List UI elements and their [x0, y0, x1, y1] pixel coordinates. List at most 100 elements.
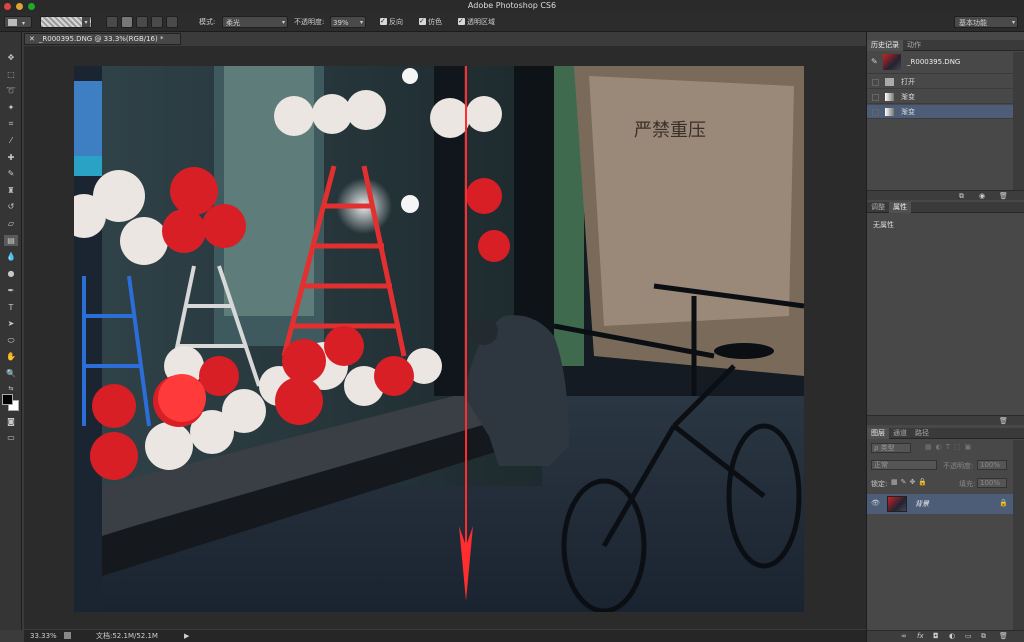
- history-item-label: 打开: [901, 78, 915, 86]
- zoom-tool-icon[interactable]: 🔍: [4, 368, 18, 379]
- mode-select[interactable]: 柔光 ▾: [222, 16, 288, 28]
- healing-brush-tool-icon[interactable]: ✚: [4, 152, 18, 163]
- layer-filter-value: ρ 类型: [874, 444, 895, 452]
- status-menu-icon[interactable]: [64, 632, 71, 639]
- zoom-level[interactable]: 33.33%: [30, 630, 57, 642]
- status-arrow-icon[interactable]: ▶: [184, 630, 189, 642]
- camera-icon[interactable]: ◉: [979, 192, 985, 200]
- trash-icon[interactable]: 🗑: [999, 192, 1008, 200]
- layer-name: 背景: [915, 500, 929, 508]
- tool-preset-picker[interactable]: ▾: [4, 16, 32, 28]
- layer-filter-select[interactable]: ρ 类型: [871, 443, 911, 453]
- history-item[interactable]: 渐变: [867, 90, 1013, 104]
- workspace-switcher[interactable]: 基本功能 ▾: [954, 16, 1018, 28]
- tools-panel: ✥ ⬚ ➰ ✦ ⌗ ⁄ ✚ ✎ ♜ ↺ ▱ ▤ 💧 ● ✒ T ➤ ⬭ ✋ 🔍 …: [0, 32, 22, 630]
- document-size[interactable]: 文档:52.1M/52.1M: [96, 630, 158, 642]
- opacity-label: 不透明度:: [294, 18, 325, 26]
- fill-value: 100%: [980, 479, 1001, 487]
- link-layers-icon[interactable]: ∞: [901, 632, 907, 640]
- brush-tool-icon[interactable]: ✎: [4, 168, 18, 179]
- history-snapshot[interactable]: ✎ _R000395.DNG: [867, 52, 1013, 74]
- layers-scrollbar[interactable]: [1013, 440, 1024, 630]
- swap-colors-icon[interactable]: ⇆: [4, 383, 18, 394]
- reflected-gradient-button[interactable]: [151, 16, 163, 28]
- gradient-picker[interactable]: ▾: [40, 16, 92, 28]
- lock-icons[interactable]: ▦✎✥🔒: [891, 478, 930, 486]
- history-item-label: 渐变: [901, 93, 915, 101]
- hand-tool-icon[interactable]: ✋: [4, 351, 18, 362]
- quick-mask-icon[interactable]: ◙: [4, 416, 18, 427]
- snapshot-name: _R000395.DNG: [907, 58, 961, 66]
- reverse-label: 反向: [389, 18, 403, 26]
- tab-properties[interactable]: 属性: [889, 202, 911, 213]
- layer-style-icon[interactable]: fx: [917, 632, 924, 640]
- blur-tool-icon[interactable]: 💧: [4, 251, 18, 262]
- tab-history[interactable]: 历史记录: [867, 40, 903, 51]
- history-brush-icon: ✎: [871, 57, 878, 66]
- adjustment-layer-icon[interactable]: ◐: [949, 632, 955, 640]
- canvas-area[interactable]: 严禁重压: [24, 46, 866, 629]
- new-document-from-state-icon[interactable]: ⧉: [959, 192, 964, 201]
- eyedropper-tool-icon[interactable]: ⁄: [4, 135, 18, 146]
- trash-icon[interactable]: 🗑: [999, 417, 1008, 425]
- diamond-gradient-button[interactable]: [166, 16, 178, 28]
- eraser-tool-icon[interactable]: ▱: [4, 218, 18, 229]
- reverse-checkbox[interactable]: 反向: [380, 15, 403, 28]
- history-item[interactable]: 打开: [867, 75, 1013, 89]
- quick-select-tool-icon[interactable]: ✦: [4, 102, 18, 113]
- pen-tool-icon[interactable]: ✒: [4, 285, 18, 296]
- transparency-label: 透明区域: [467, 18, 495, 26]
- layer-thumbnail: [887, 496, 907, 512]
- close-icon[interactable]: ✕: [29, 35, 35, 43]
- tab-paths[interactable]: 路径: [911, 428, 933, 439]
- trash-icon[interactable]: 🗑: [999, 632, 1008, 640]
- history-footer: ⧉ ◉ 🗑: [867, 190, 1024, 200]
- right-panels: 历史记录 动作 ✎ _R000395.DNG 打开 渐变 渐变 ⧉ ◉ 🗑 调整属…: [866, 32, 1024, 642]
- layer-opacity-value: 100%: [980, 461, 1001, 469]
- marquee-tool-icon[interactable]: ⬚: [4, 69, 18, 80]
- lasso-tool-icon[interactable]: ➰: [4, 85, 18, 96]
- blend-mode-select[interactable]: 正常: [871, 460, 937, 470]
- properties-footer: 🗑: [867, 415, 1024, 425]
- crop-tool-icon[interactable]: ⌗: [4, 118, 18, 129]
- history-scrollbar[interactable]: [1013, 52, 1024, 190]
- tab-actions[interactable]: 动作: [903, 40, 925, 51]
- shape-tool-icon[interactable]: ⬭: [4, 335, 18, 346]
- dither-checkbox[interactable]: 仿色: [419, 15, 442, 28]
- linear-gradient-button[interactable]: [106, 16, 118, 28]
- tab-adjustments[interactable]: 调整: [867, 202, 889, 213]
- mode-label: 模式:: [199, 18, 216, 26]
- checkbox-checked-icon: [380, 15, 387, 27]
- gradient-tool-icon[interactable]: ▤: [4, 235, 18, 246]
- history-item-selected[interactable]: 渐变: [867, 105, 1013, 119]
- layer-row[interactable]: 👁 背景 🔒: [867, 494, 1013, 514]
- angle-gradient-button[interactable]: [136, 16, 148, 28]
- radial-gradient-button[interactable]: [121, 16, 133, 28]
- screen-mode-icon[interactable]: ▭: [4, 432, 18, 443]
- opacity-input[interactable]: 39% ▾: [330, 16, 366, 28]
- eye-icon[interactable]: 👁: [871, 499, 880, 507]
- photo-image[interactable]: 严禁重压: [74, 66, 804, 612]
- dodge-tool-icon[interactable]: ●: [4, 268, 18, 279]
- new-layer-icon[interactable]: ⧉: [981, 632, 986, 641]
- layer-opacity-input[interactable]: 100%: [977, 460, 1007, 470]
- history-brush-tool-icon[interactable]: ↺: [4, 201, 18, 212]
- clone-stamp-tool-icon[interactable]: ♜: [4, 185, 18, 196]
- add-mask-icon[interactable]: ◘: [933, 632, 939, 640]
- type-tool-icon[interactable]: T: [4, 302, 18, 313]
- options-bar: ▾ ▾ 模式: 柔光 ▾ 不透明度: 39% ▾ 反向 仿色 透明区域 基本功能…: [0, 12, 1024, 32]
- tab-channels[interactable]: 通道: [889, 428, 911, 439]
- transparency-checkbox[interactable]: 透明区域: [458, 15, 495, 28]
- chevron-down-icon: ▾: [281, 19, 285, 26]
- path-selection-tool-icon[interactable]: ➤: [4, 318, 18, 329]
- svg-text:严禁重压: 严禁重压: [634, 120, 706, 140]
- chevron-down-icon: ▾: [1011, 19, 1015, 26]
- gradient-drag-line: [459, 66, 473, 601]
- move-tool-icon[interactable]: ✥: [4, 52, 18, 63]
- document-tab[interactable]: ✕ _R000395.DNG @ 33.3%(RGB/16) *: [24, 33, 181, 45]
- gradient-icon: [885, 93, 894, 101]
- tab-layers[interactable]: 图层: [867, 428, 889, 439]
- foreground-color-swatch[interactable]: [2, 394, 13, 405]
- new-group-icon[interactable]: ▭: [965, 632, 972, 640]
- fill-input[interactable]: 100%: [977, 478, 1007, 488]
